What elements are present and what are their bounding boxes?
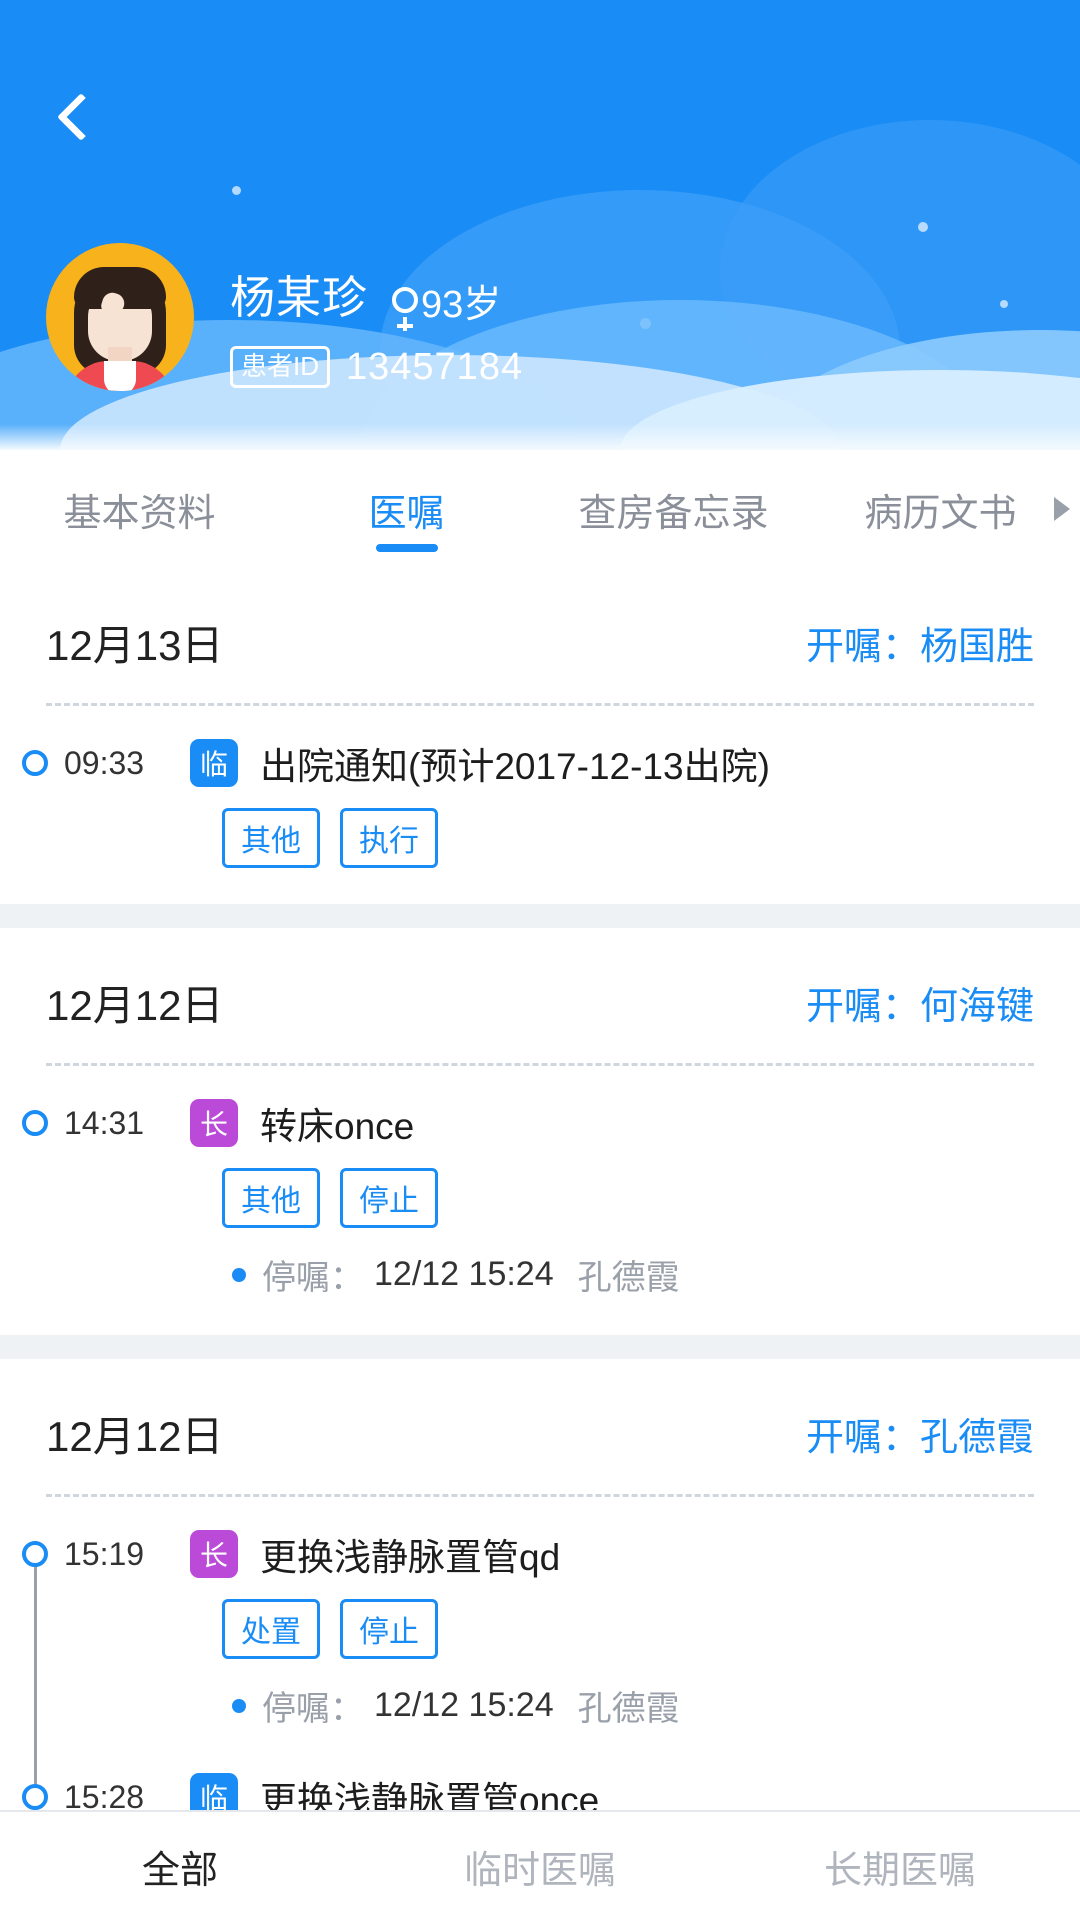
stop-label: 停嘱：: [262, 1690, 364, 1728]
section-date: 12月12日: [46, 982, 224, 1029]
order-tag[interactable]: 其他: [222, 808, 320, 868]
stop-time: 12/12 15:24: [374, 1686, 554, 1724]
tab-label: 查房备忘录: [578, 492, 769, 535]
patient-id-row: 患者ID 13457184: [230, 346, 523, 389]
back-button[interactable]: [36, 72, 126, 162]
stop-time: 12/12 15:24: [374, 1255, 554, 1293]
order-time: 15:19: [64, 1535, 145, 1572]
order-name: 转床once: [260, 1106, 415, 1147]
section-header: 12月13日 开嘱：杨国胜: [0, 568, 1080, 703]
order-stop-info: 停嘱： 12/12 15:24 孔德霞: [232, 1681, 1034, 1730]
order-tag[interactable]: 其他: [222, 1168, 320, 1228]
header-dot-decoration: [1000, 300, 1008, 308]
tab-label: 基本资料: [63, 492, 216, 535]
bullet-icon: [232, 1698, 246, 1713]
page-title: 杨某珍: [230, 272, 369, 323]
patient-header: 杨某珍 93岁 患者ID 13457184: [0, 0, 1080, 450]
order-row[interactable]: 09:33 临出院通知(预计2017-12-13出院) 其他 执行: [0, 706, 1080, 878]
order-kind-badge: 临: [190, 1773, 238, 1810]
patient-id-label: 患者ID: [230, 346, 331, 388]
bottom-tab-0[interactable]: 全部: [0, 1839, 360, 1894]
timeline-marker-icon: [22, 1784, 48, 1810]
order-kind-badge: 长: [190, 1099, 238, 1147]
timeline-marker-icon: [22, 1110, 48, 1136]
order-time: 09:33: [64, 744, 145, 781]
tab-2[interactable]: 查房备忘录: [540, 450, 807, 568]
section-date: 12月12日: [46, 1413, 224, 1460]
bottom-tab-2[interactable]: 长期医嘱: [720, 1839, 1080, 1894]
order-main-line: 14:31 长转床once: [22, 1096, 1034, 1150]
header-dot-decoration: [918, 222, 928, 232]
order-main-line: 15:28 临更换浅静脉置管once: [22, 1770, 1034, 1811]
prescribing-doctor[interactable]: 开嘱：何海键: [806, 975, 1034, 1030]
tab-0[interactable]: 基本资料: [6, 450, 273, 568]
patient-age: 93岁: [421, 283, 502, 326]
order-tag[interactable]: 停止: [340, 1599, 438, 1659]
section-tabs: 基本资料 医嘱 查房备忘录 病历文书: [0, 450, 1080, 568]
chevron-left-icon: [56, 92, 106, 142]
avatar-collar: [104, 361, 136, 391]
order-name: 出院通知(预计2017-12-13出院): [260, 746, 770, 787]
order-name: 更换浅静脉置管once: [260, 1780, 600, 1810]
timeline-marker-icon: [22, 750, 48, 776]
order-main-line: 09:33 临出院通知(预计2017-12-13出院): [22, 736, 1034, 790]
tab-3[interactable]: 病历文书: [807, 450, 1074, 568]
section-gap: [0, 1335, 1080, 1359]
bullet-icon: [232, 1267, 246, 1282]
order-tag[interactable]: 执行: [340, 808, 438, 868]
order-name: 更换浅静脉置管qd: [260, 1537, 561, 1578]
order-tag[interactable]: 处置: [222, 1599, 320, 1659]
patient-name-row: 杨某珍 93岁: [230, 261, 523, 328]
order-section-card: 12月12日 开嘱：何海键 14:31 长转床once 其他 停止停嘱： 12/12 15:…: [0, 928, 1080, 1335]
order-time: 15:28: [64, 1778, 145, 1811]
order-tags: 其他 停止: [222, 1168, 1034, 1228]
bottom-filter-bar: 全部 临时医嘱 长期医嘱: [0, 1810, 1080, 1920]
order-kind-badge: 长: [190, 1530, 238, 1578]
order-row[interactable]: 15:19 长更换浅静脉置管qd 处置 停止停嘱： 12/12 15:24 孔德霞: [0, 1497, 1080, 1740]
prescribing-doctor[interactable]: 开嘱：杨国胜: [806, 615, 1034, 670]
order-tag[interactable]: 停止: [340, 1168, 438, 1228]
order-section-card: 12月12日 开嘱：孔德霞 15:19 长更换浅静脉置管qd 处置 停止停嘱： 12/12 …: [0, 1359, 1080, 1810]
patient-gender-age: 93岁: [392, 273, 501, 328]
order-row[interactable]: 14:31 长转床once 其他 停止停嘱： 12/12 15:24 孔德霞: [0, 1066, 1080, 1309]
orders-group: 15:19 长更换浅静脉置管qd 处置 停止停嘱： 12/12 15:24 孔德霞 15:2…: [0, 1497, 1080, 1810]
tab-1[interactable]: 医嘱: [273, 450, 540, 568]
patient-info: 杨某珍 93岁 患者ID 13457184: [230, 243, 523, 389]
order-row[interactable]: 15:28临更换浅静脉置管once其他停止停嘱：12/12 15:24孔德霞: [0, 1740, 1080, 1810]
section-header: 12月12日 开嘱：孔德霞: [0, 1359, 1080, 1494]
tab-label: 医嘱: [368, 492, 445, 535]
section-date: 12月13日: [46, 622, 224, 669]
orders-group: 09:33 临出院通知(预计2017-12-13出院) 其他 执行: [0, 706, 1080, 904]
patient-orders-screen: 杨某珍 93岁 患者ID 13457184 基本资料 医嘱 查房备忘录 病历文书 12…: [0, 0, 1080, 1920]
stop-operator: 孔德霞: [577, 1690, 680, 1728]
chevron-right-icon[interactable]: [1054, 497, 1070, 521]
timeline-marker-icon: [22, 1541, 48, 1567]
order-stop-info: 停嘱： 12/12 15:24 孔德霞: [232, 1250, 1034, 1299]
order-section-card: 12月13日 开嘱：杨国胜 09:33 临出院通知(预计2017-12-13出院) 其他…: [0, 568, 1080, 904]
header-dot-decoration: [232, 186, 241, 195]
order-kind-badge: 临: [190, 739, 238, 787]
stop-operator: 孔德霞: [577, 1259, 680, 1297]
stop-label: 停嘱：: [262, 1259, 364, 1297]
order-tags: 处置 停止: [222, 1599, 1034, 1659]
section-header: 12月12日 开嘱：何海键: [0, 928, 1080, 1063]
avatar: [46, 243, 194, 391]
orders-group: 14:31 长转床once 其他 停止停嘱： 12/12 15:24 孔德霞: [0, 1066, 1080, 1335]
patient-summary: 杨某珍 93岁 患者ID 13457184: [46, 243, 523, 391]
order-time: 14:31: [64, 1104, 145, 1141]
section-gap: [0, 904, 1080, 928]
order-main-line: 15:19 长更换浅静脉置管qd: [22, 1527, 1034, 1581]
avatar-fringe: [74, 267, 166, 309]
tab-label: 病历文书: [864, 492, 1017, 535]
header-fade: [0, 424, 1080, 450]
prescribing-doctor[interactable]: 开嘱：孔德霞: [806, 1406, 1034, 1461]
female-venus-icon: [392, 287, 419, 313]
bottom-tab-1[interactable]: 临时医嘱: [360, 1839, 720, 1894]
order-tags: 其他 执行: [222, 808, 1034, 868]
orders-list[interactable]: 12月13日 开嘱：杨国胜 09:33 临出院通知(预计2017-12-13出院) 其他…: [0, 568, 1080, 1810]
patient-id-value: 13457184: [346, 345, 524, 388]
